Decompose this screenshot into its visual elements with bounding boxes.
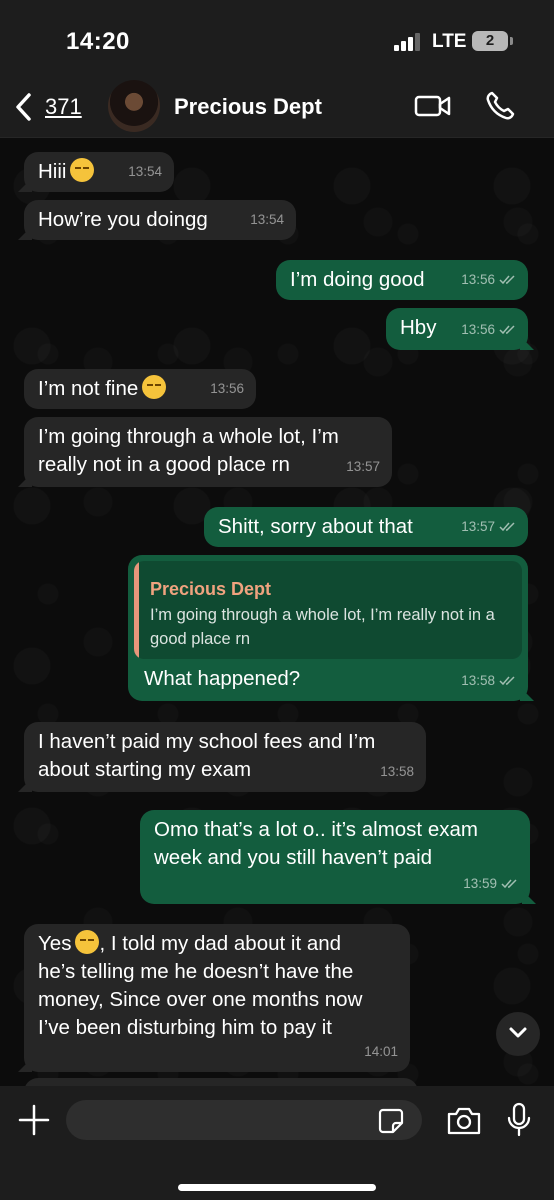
message-bubble-incoming-partial[interactable] — [24, 1078, 418, 1086]
message-text: I’m going through a whole lot, I’m reall… — [38, 425, 339, 476]
message-text: What happened? — [144, 667, 301, 690]
message-time: 14:01 — [364, 1044, 398, 1059]
message-time: 13:57 — [461, 519, 495, 534]
home-indicator[interactable] — [178, 1184, 376, 1191]
sneezing-face-emoji-icon — [142, 375, 167, 399]
message-input[interactable] — [66, 1100, 422, 1140]
sneezing-face-emoji-icon — [75, 930, 100, 954]
message-bubble-outgoing[interactable]: Shitt, sorry about that 13:57 — [204, 507, 528, 547]
avatar[interactable] — [108, 80, 160, 132]
chat-header: 371 Precious Dept — [0, 80, 554, 138]
status-time: 14:20 — [66, 28, 130, 55]
message-bubble-incoming[interactable]: Hiii 13:54 — [24, 152, 174, 192]
relieved-face-emoji-icon — [70, 158, 95, 182]
message-time: 13:56 — [461, 272, 495, 287]
message-time: 13:54 — [128, 164, 162, 179]
scroll-to-bottom-button[interactable] — [496, 1012, 540, 1056]
unread-count[interactable]: 371 — [45, 94, 82, 120]
message-bubble-incoming[interactable]: Yes, I told my dad about it and he’s tel… — [24, 924, 410, 1072]
message-text: I’m doing good — [290, 268, 425, 291]
read-receipt-icon — [501, 879, 517, 889]
signal-strength-icon — [394, 33, 422, 51]
read-receipt-icon — [499, 676, 515, 686]
message-text: I’m not fine — [38, 377, 139, 400]
battery-icon: 2 — [472, 31, 513, 51]
message-bubble-outgoing[interactable]: Hby 13:56 — [386, 308, 528, 350]
message-text: Omo that’s a lot o.. it’s almost exam we… — [154, 818, 478, 869]
video-call-icon[interactable] — [414, 92, 452, 120]
message-text: I haven’t paid my school fees and I’m ab… — [38, 730, 376, 781]
quote-accent-bar — [134, 561, 139, 659]
read-receipt-icon — [499, 275, 515, 285]
message-text: Shitt, sorry about that — [218, 515, 413, 538]
battery-level: 2 — [485, 32, 495, 49]
message-text: How’re you doingg — [38, 208, 208, 231]
message-bubble-outgoing[interactable]: Omo that’s a lot o.. it’s almost exam we… — [140, 810, 530, 904]
camera-icon[interactable] — [446, 1106, 482, 1136]
message-bubble-outgoing-reply[interactable]: Precious Dept I’m going through a whole … — [128, 555, 528, 701]
back-chevron-icon[interactable] — [12, 92, 36, 122]
read-receipt-icon — [499, 325, 515, 335]
quoted-text: I’m going through a whole lot, I’m reall… — [150, 606, 495, 648]
message-time: 13:56 — [461, 322, 495, 337]
quoted-message[interactable]: Precious Dept I’m going through a whole … — [134, 561, 522, 659]
message-list[interactable]: Hiii 13:54 How’re you doingg 13:54 I’m d… — [0, 138, 554, 1086]
message-time: 13:57 — [346, 459, 380, 474]
message-bubble-incoming[interactable]: I haven’t paid my school fees and I’m ab… — [24, 722, 426, 792]
message-time: 13:56 — [210, 381, 244, 396]
message-text-start: Yes — [38, 932, 72, 955]
message-text: Hby — [400, 316, 437, 339]
message-bubble-incoming[interactable]: I’m not fine 13:56 — [24, 369, 256, 409]
read-receipt-icon — [499, 522, 515, 532]
status-bar: 14:20 LTE 2 — [0, 0, 554, 80]
plus-icon[interactable] — [18, 1104, 50, 1136]
sticker-icon[interactable] — [378, 1108, 404, 1134]
quoted-sender-name: Precious Dept — [150, 579, 272, 599]
microphone-icon[interactable] — [506, 1102, 532, 1138]
message-bubble-incoming[interactable]: I’m going through a whole lot, I’m reall… — [24, 417, 392, 487]
message-time: 13:54 — [250, 212, 284, 227]
message-bubble-outgoing[interactable]: I’m doing good 13:56 — [276, 260, 528, 300]
phone-call-icon[interactable] — [484, 90, 516, 122]
message-time: 13:59 — [463, 876, 497, 891]
chevron-down-icon — [509, 1027, 527, 1038]
message-text: Hiii — [38, 160, 67, 183]
message-bubble-incoming[interactable]: How’re you doingg 13:54 — [24, 200, 296, 240]
network-type: LTE — [432, 31, 467, 52]
message-composer — [0, 1086, 554, 1200]
contact-name[interactable]: Precious Dept — [174, 94, 322, 120]
message-time: 13:58 — [380, 764, 414, 779]
message-time: 13:58 — [461, 673, 495, 688]
